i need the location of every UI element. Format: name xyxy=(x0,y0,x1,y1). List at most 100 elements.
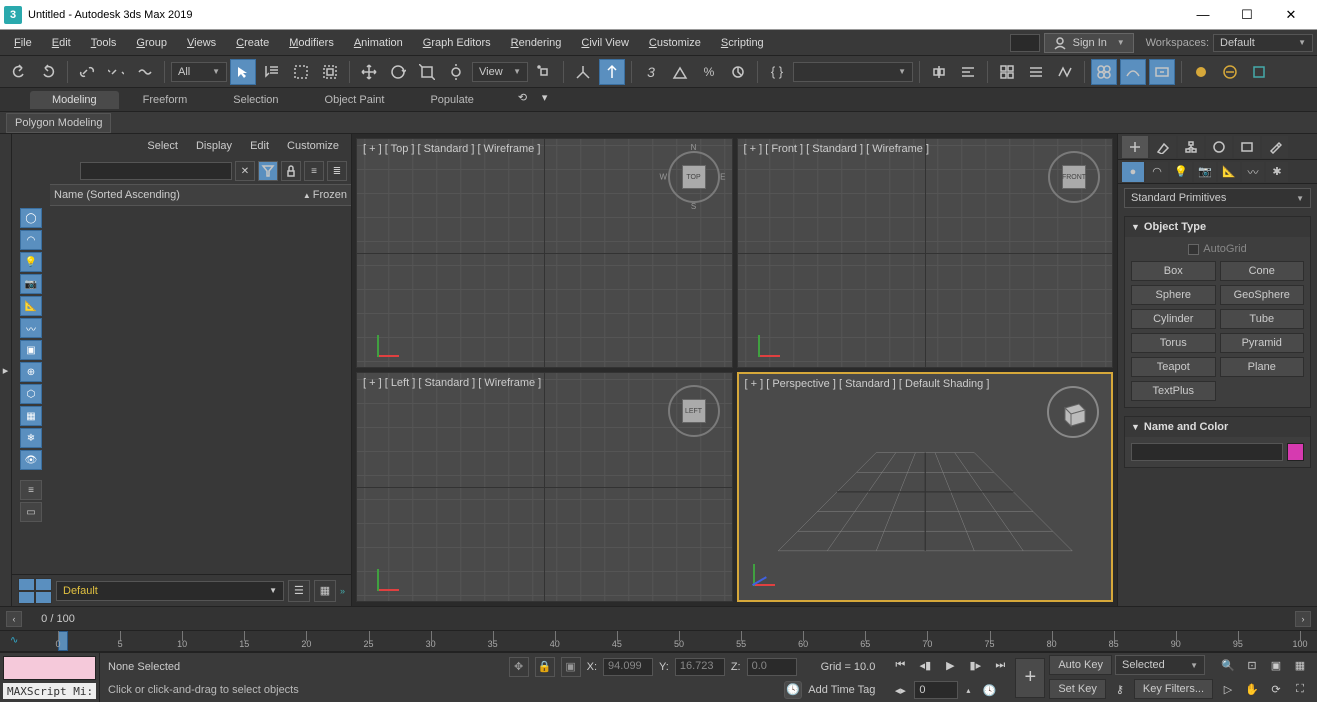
viewcube-top[interactable]: TOP NSEW xyxy=(668,151,720,203)
object-type-header[interactable]: ▼Object Type xyxy=(1125,217,1310,237)
create-plane-button[interactable]: Plane xyxy=(1220,357,1305,377)
selection-lock-toggle[interactable]: 🔒 xyxy=(535,657,555,677)
link-button[interactable] xyxy=(74,59,100,85)
status-swatch[interactable] xyxy=(3,656,96,680)
undo-button[interactable] xyxy=(6,59,32,85)
lights-subtab[interactable]: 💡 xyxy=(1170,162,1192,182)
time-config-button[interactable]: 🕓 xyxy=(978,679,1000,701)
viewcube-front[interactable]: FRONT xyxy=(1048,151,1100,203)
viewport-label[interactable]: [ + ] [ Front ] [ Standard ] [ Wireframe… xyxy=(744,143,930,155)
key-link-button[interactable]: ⚷ xyxy=(1109,678,1131,700)
ribbon-tab-selection[interactable]: Selection xyxy=(211,91,300,109)
bind-spacewarp-button[interactable] xyxy=(132,59,158,85)
menu-file[interactable]: File xyxy=(4,33,42,53)
move-button[interactable] xyxy=(356,59,382,85)
ribbon-tab-freeform[interactable]: Freeform xyxy=(121,91,210,109)
menu-animation[interactable]: Animation xyxy=(344,33,413,53)
layer-select[interactable]: Default▼ xyxy=(56,581,284,601)
goto-end-button[interactable]: ⏭ xyxy=(989,654,1011,676)
viewcube-persp[interactable] xyxy=(1047,386,1099,438)
fov-button[interactable]: ▷ xyxy=(1217,679,1239,701)
menu-search-input[interactable] xyxy=(1010,34,1040,52)
select-by-name-button[interactable] xyxy=(259,59,285,85)
menu-group[interactable]: Group xyxy=(126,33,177,53)
align-button[interactable] xyxy=(955,59,981,85)
mirror-button[interactable] xyxy=(926,59,952,85)
angle-snap-toggle[interactable] xyxy=(667,59,693,85)
ribbon-tab-populate[interactable]: Populate xyxy=(408,91,495,109)
frame-spinner[interactable]: 0 xyxy=(914,681,958,699)
object-color-swatch[interactable] xyxy=(1287,443,1304,461)
layer-explorer-icon[interactable]: ☰ xyxy=(288,580,310,602)
se-view1-button[interactable]: ≡ xyxy=(304,161,324,181)
close-button[interactable]: ✕ xyxy=(1269,1,1313,29)
next-frame-button[interactable]: ▮▸ xyxy=(964,654,986,676)
menu-scripting[interactable]: Scripting xyxy=(711,33,774,53)
zoom-extents-button[interactable]: ▣ xyxy=(1265,655,1287,677)
systems-subtab[interactable]: ✱ xyxy=(1266,162,1288,182)
scale-button[interactable] xyxy=(414,59,440,85)
viewport-top[interactable]: [ + ] [ Top ] [ Standard ] [ Wireframe ]… xyxy=(356,138,733,368)
viewport-label[interactable]: [ + ] [ Left ] [ Standard ] [ Wireframe … xyxy=(363,377,541,389)
ribbon-tab-modeling[interactable]: Modeling xyxy=(30,91,119,109)
filter-containers-icon[interactable]: ▦ xyxy=(20,406,42,426)
zoom-all-button[interactable]: ⊡ xyxy=(1241,655,1263,677)
layer-explorer-button[interactable] xyxy=(1023,59,1049,85)
menu-civil-view[interactable]: Civil View xyxy=(571,33,638,53)
create-cone-button[interactable]: Cone xyxy=(1220,261,1305,281)
se-menu-display[interactable]: Display xyxy=(188,137,240,155)
key-mode-button[interactable]: ◂▸ xyxy=(889,679,911,701)
rotate-button[interactable] xyxy=(385,59,411,85)
menu-tools[interactable]: Tools xyxy=(81,33,127,53)
maximize-button[interactable]: ☐ xyxy=(1225,1,1269,29)
se-filter-button[interactable] xyxy=(258,161,278,181)
modify-tab[interactable] xyxy=(1150,136,1176,158)
filter-cameras-icon[interactable]: 📷 xyxy=(20,274,42,294)
render-setup-button[interactable] xyxy=(1120,59,1146,85)
menu-graph-editors[interactable]: Graph Editors xyxy=(413,33,501,53)
x-coord[interactable]: 94.099 xyxy=(603,658,653,676)
create-pyramid-button[interactable]: Pyramid xyxy=(1220,333,1305,353)
zoom-button[interactable]: 🔍 xyxy=(1217,655,1239,677)
se-lock-button[interactable] xyxy=(281,161,301,181)
menu-customize[interactable]: Customize xyxy=(639,33,711,53)
render-button[interactable] xyxy=(1188,59,1214,85)
ref-coord-select[interactable]: View▼ xyxy=(472,62,528,82)
max-interactive-button[interactable] xyxy=(1246,59,1272,85)
ribbon-tab-object-paint[interactable]: Object Paint xyxy=(303,91,407,109)
geometry-subtab[interactable]: ● xyxy=(1122,162,1144,182)
create-torus-button[interactable]: Torus xyxy=(1131,333,1216,353)
orbit-button[interactable]: ⟳ xyxy=(1265,679,1287,701)
snap-toggle[interactable]: 3 xyxy=(638,59,664,85)
autokey-button[interactable]: Auto Key xyxy=(1049,655,1112,675)
set-key-big-button[interactable]: + xyxy=(1015,658,1045,698)
create-sphere-button[interactable]: Sphere xyxy=(1131,285,1216,305)
spinner-snap-toggle[interactable] xyxy=(725,59,751,85)
create-box-button[interactable]: Box xyxy=(1131,261,1216,281)
filter-shapes-icon[interactable]: ◠ xyxy=(20,230,42,250)
cameras-subtab[interactable]: 📷 xyxy=(1194,162,1216,182)
viewport-front[interactable]: [ + ] [ Front ] [ Standard ] [ Wireframe… xyxy=(737,138,1114,368)
viewport-label[interactable]: [ + ] [ Perspective ] [ Standard ] [ Def… xyxy=(745,378,990,390)
y-coord[interactable]: 16.723 xyxy=(675,658,725,676)
keymode-select[interactable]: Selected▼ xyxy=(1115,655,1205,675)
viewcube-persp-cube[interactable] xyxy=(1055,394,1091,430)
menu-rendering[interactable]: Rendering xyxy=(501,33,572,53)
unlink-button[interactable] xyxy=(103,59,129,85)
hierarchy-tab[interactable] xyxy=(1178,136,1204,158)
selection-filter-select[interactable]: All▼ xyxy=(171,62,227,82)
layer-props-icon[interactable]: ▦ xyxy=(314,580,336,602)
filter-hidden-icon[interactable]: 👁 xyxy=(20,450,42,470)
frame-spinner-up[interactable]: ▴ xyxy=(961,679,975,701)
filter-geometry-icon[interactable]: ◯ xyxy=(20,208,42,228)
track-left-button[interactable]: ‹ xyxy=(6,611,22,627)
percent-snap-toggle[interactable]: % xyxy=(696,59,722,85)
se-clear-search-button[interactable]: ✕ xyxy=(235,161,255,181)
viewport-layout-button[interactable] xyxy=(18,578,52,604)
filter-bones-icon[interactable]: ⬡ xyxy=(20,384,42,404)
se-menu-customize[interactable]: Customize xyxy=(279,137,347,155)
create-cylinder-button[interactable]: Cylinder xyxy=(1131,309,1216,329)
prev-frame-button[interactable]: ◂▮ xyxy=(914,654,936,676)
maxscript-listener[interactable]: MAXScript Mi: xyxy=(3,683,96,699)
menu-modifiers[interactable]: Modifiers xyxy=(279,33,344,53)
